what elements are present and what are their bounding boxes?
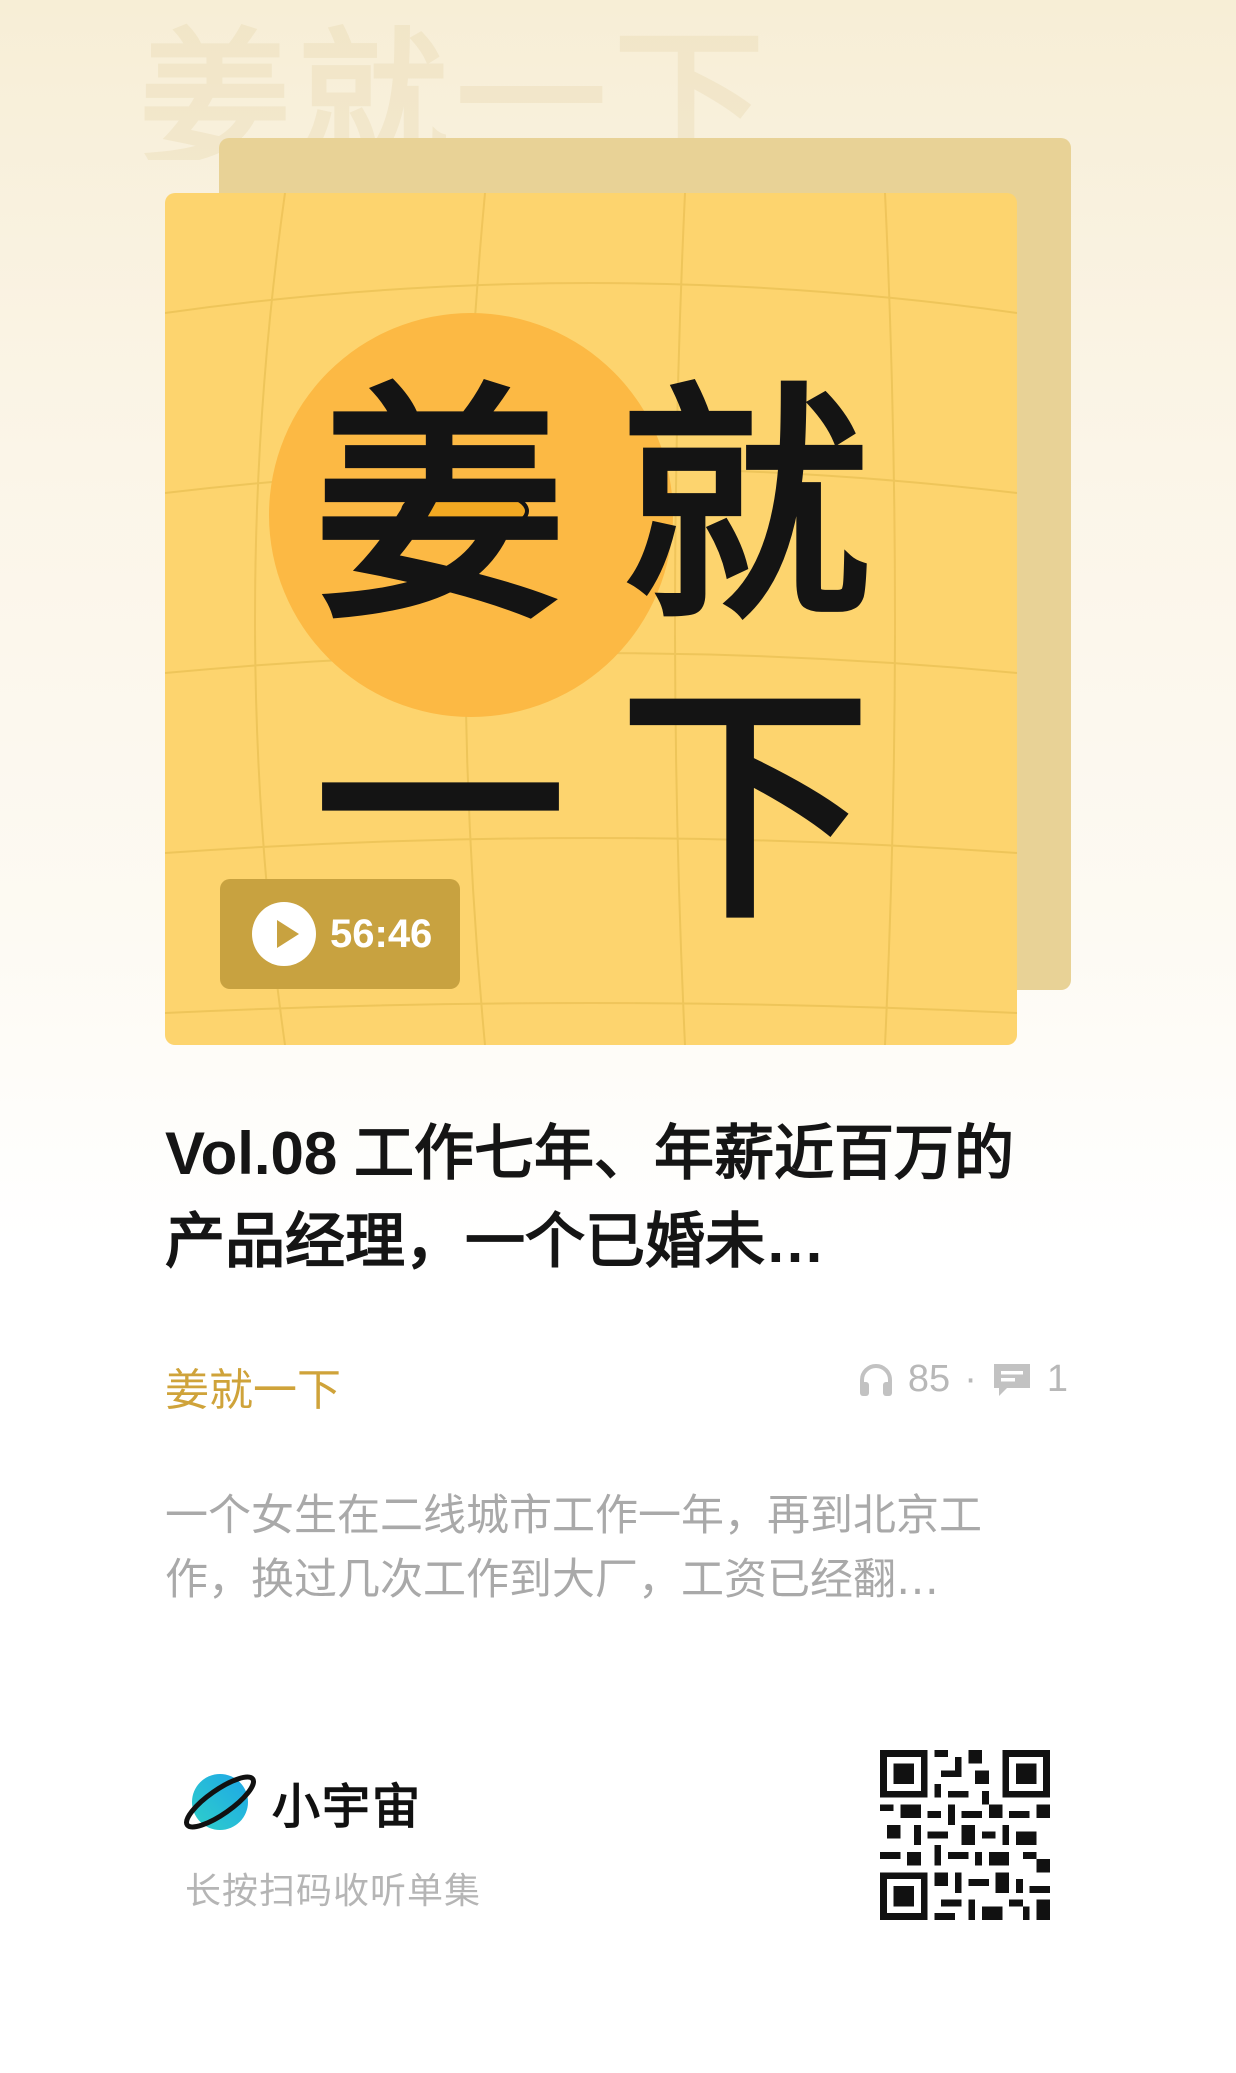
comment-count: 1 xyxy=(1046,1358,1068,1400)
play-count: 85 xyxy=(907,1358,951,1400)
planet-logo-icon xyxy=(184,1774,256,1830)
brand-name: 小宇宙 xyxy=(272,1779,423,1835)
duration-label: 56:46 xyxy=(330,911,433,956)
episode-cover[interactable]: 姜 就 一 下 56:46 xyxy=(165,193,1017,1045)
cover-title-char: 下 xyxy=(620,662,870,953)
stats-separator: · xyxy=(964,1358,977,1400)
play-icon xyxy=(252,902,316,966)
episode-description: 一个女生在二线城市工作一年，再到北京工作，换过几次工作到大厂，工资已经翻… xyxy=(165,1491,982,1605)
cover-title-char: 姜 xyxy=(315,362,565,653)
comment-icon xyxy=(993,1363,1030,1396)
podcast-name-link[interactable]: 姜就一下 xyxy=(165,1354,341,1418)
scan-hint: 长按扫码收听单集 xyxy=(185,1871,482,1912)
episode-title: Vol.08 工作七年、年薪近百万的产品经理，一个已婚未… xyxy=(165,1120,1014,1275)
play-duration-button[interactable]: 56:46 xyxy=(220,879,460,989)
background-watermark: 姜就一下 xyxy=(140,15,773,160)
headphones-icon xyxy=(859,1363,892,1396)
app-brand: 小宇宙 xyxy=(180,1762,422,1842)
qr-code[interactable] xyxy=(880,1750,1050,1920)
episode-stats: 85 · 1 xyxy=(856,1358,1068,1401)
cover-title-char: 就 xyxy=(620,362,870,653)
